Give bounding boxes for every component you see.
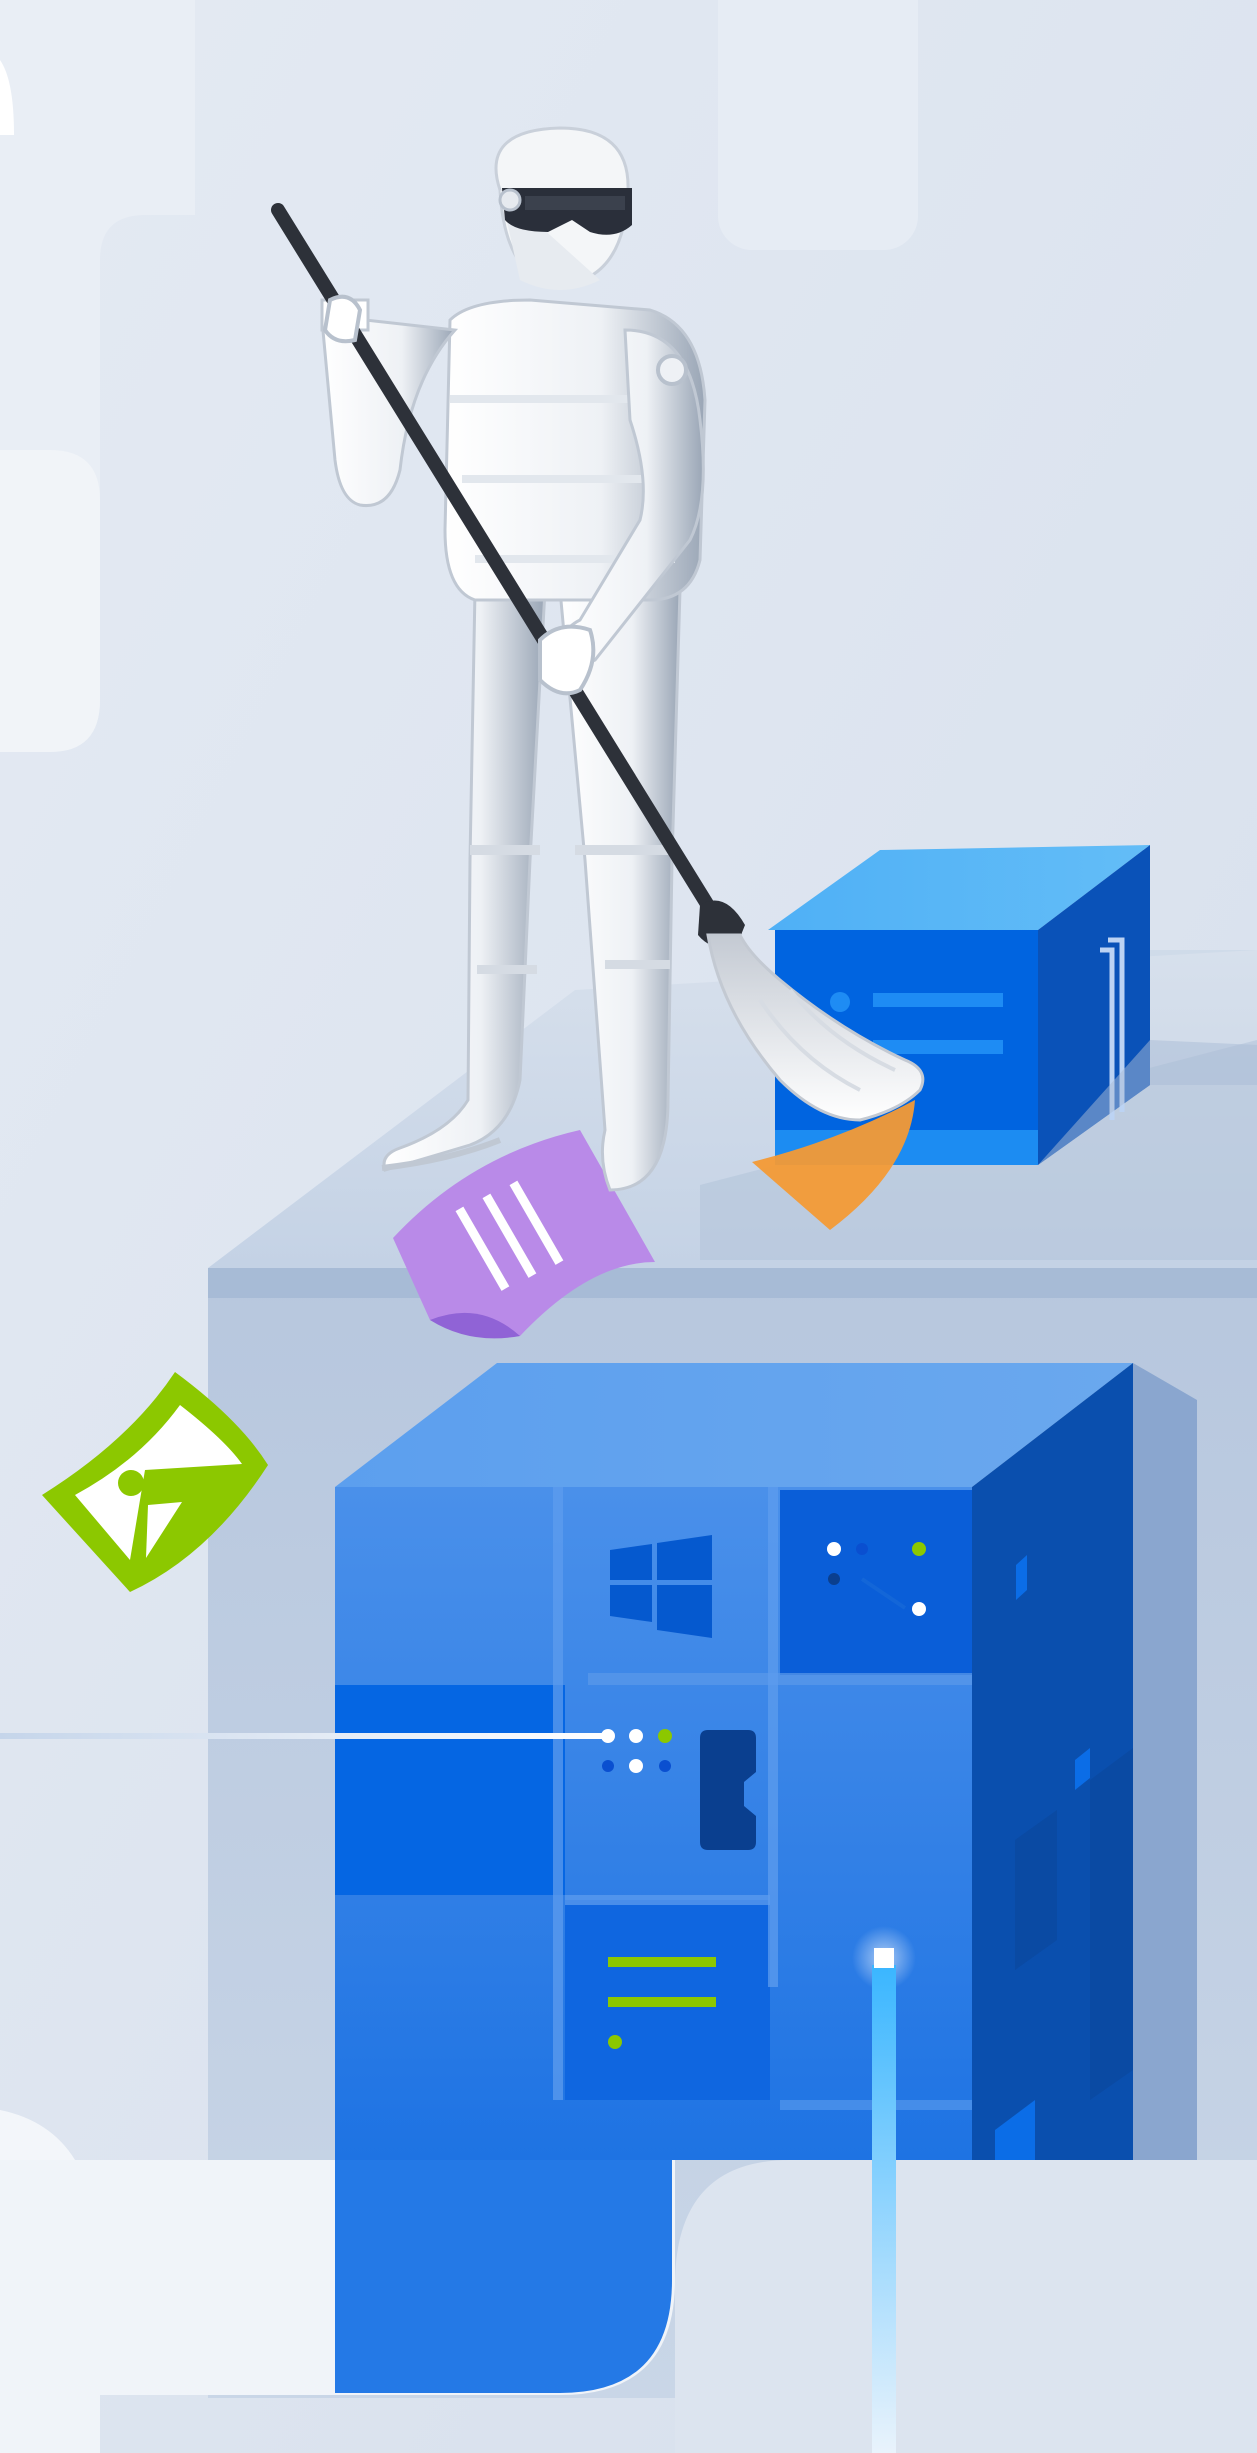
- robot-cleanup-illustration: [0, 0, 1257, 2453]
- floor-panel-right: [675, 2160, 1257, 2453]
